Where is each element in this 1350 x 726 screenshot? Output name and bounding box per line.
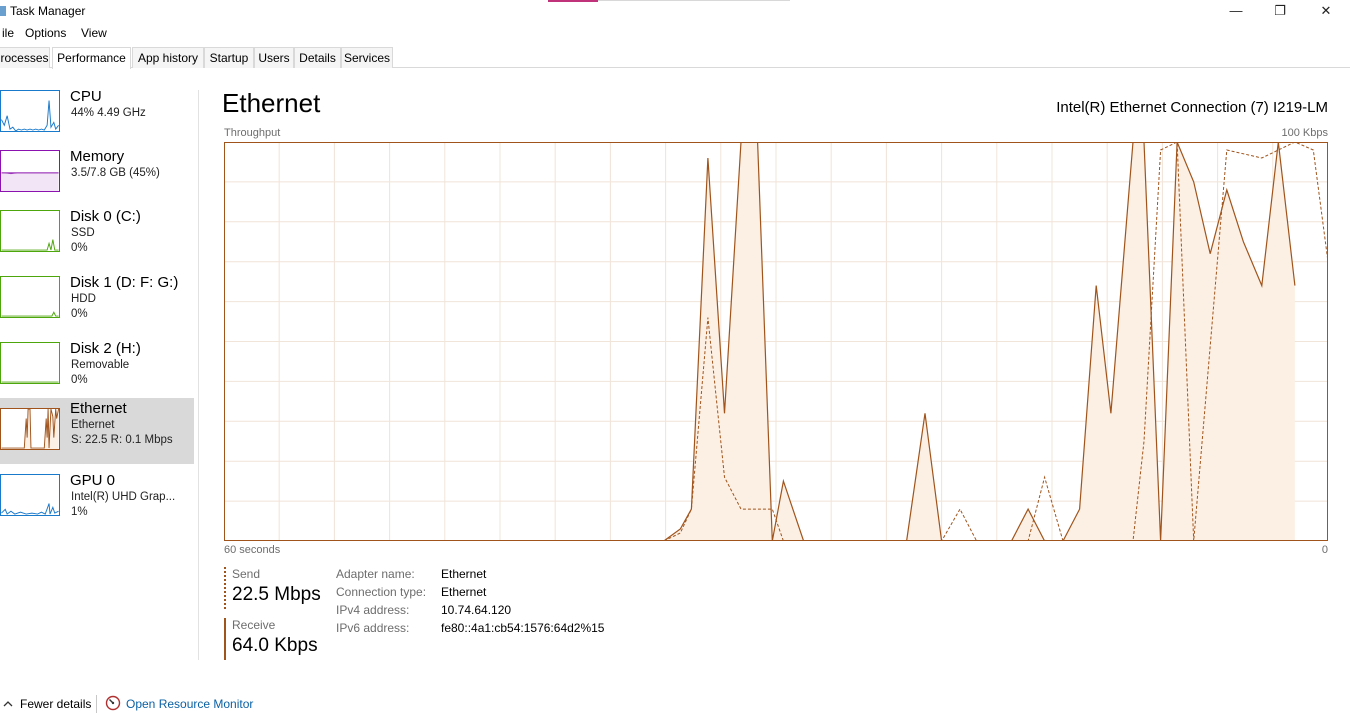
disk-0-mini-graph — [0, 210, 60, 252]
sidebar-item-name: Disk 0 (C:) — [70, 208, 141, 225]
footer-bar: Fewer details Open Resource Monitor — [0, 690, 1350, 720]
send-label: Send — [232, 567, 261, 581]
min-scale-label: 0 — [1321, 544, 1328, 556]
time-span-label: 60 seconds — [224, 544, 281, 556]
throughput-label: Throughput — [224, 127, 281, 139]
menu-options[interactable]: Options — [25, 26, 66, 40]
tab-startup[interactable]: Startup — [204, 47, 254, 68]
open-resource-monitor-link[interactable]: Open Resource Monitor — [126, 697, 253, 711]
sidebar-item-detail: 0% — [71, 242, 88, 254]
tab-processes[interactable]: rocesses — [0, 47, 50, 68]
sidebar-item-name: Disk 1 (D: F: G:) — [70, 274, 179, 291]
throughput-graph — [224, 142, 1328, 541]
disk-2-mini-graph — [0, 342, 60, 384]
sidebar-item-memory[interactable]: Memory 3.5/7.8 GB (45%) — [0, 146, 194, 212]
memory-mini-graph — [0, 150, 60, 192]
fewer-details-button[interactable]: Fewer details — [20, 697, 91, 711]
ipv6-key: IPv6 address: — [336, 621, 410, 635]
sidebar-item-detail: S: 22.5 R: 0.1 Mbps — [71, 434, 173, 446]
tab-performance[interactable]: Performance — [52, 47, 131, 69]
receive-label: Receive — [232, 618, 276, 632]
menu-view[interactable]: View — [81, 26, 107, 40]
send-stat: Send 22.5 Mbps — [224, 567, 334, 609]
max-scale-label: 100 Kbps — [1281, 127, 1328, 139]
sidebar-item-name: CPU — [70, 88, 102, 105]
sidebar-item-detail: HDD — [71, 293, 96, 305]
page-title: Ethernet — [222, 88, 321, 118]
adapter-name-key: Adapter name: — [336, 567, 415, 581]
adapter-name-value: Ethernet — [441, 567, 487, 581]
window-title: Task Manager — [10, 4, 86, 18]
sidebar-item-name: Memory — [70, 148, 125, 165]
tab-services[interactable]: Services — [341, 47, 393, 68]
sidebar-item-detail: 0% — [71, 374, 88, 386]
restore-button[interactable]: ❐ — [1257, 0, 1303, 22]
adapter-description: Intel(R) Ethernet Connection (7) I219-LM — [1056, 99, 1328, 116]
tab-app-history[interactable]: App history — [132, 47, 204, 68]
sidebar-item-name: GPU 0 — [70, 472, 116, 489]
accent-strip — [548, 0, 598, 2]
sidebar-item-detail: 1% — [71, 506, 88, 518]
sidebar-item-detail: Ethernet — [71, 419, 115, 431]
sidebar-item-disk-1[interactable]: Disk 1 (D: F: G:) HDD 0% — [0, 272, 194, 338]
sidebar-item-detail: 3.5/7.8 GB (45%) — [71, 167, 160, 179]
sidebar-item-detail: Removable — [71, 359, 130, 371]
cpu-mini-graph — [0, 90, 60, 132]
sidebar-item-cpu[interactable]: CPU 44% 4.49 GHz — [0, 86, 194, 152]
sidebar-item-gpu-0[interactable]: GPU 0 Intel(R) UHD Grap... 1% — [0, 470, 194, 536]
ethernet-mini-graph — [0, 408, 60, 450]
sidebar-item-detail: Intel(R) UHD Grap... — [71, 491, 176, 503]
sidebar-divider — [198, 90, 199, 660]
connection-type-value: Ethernet — [441, 585, 487, 599]
task-manager-icon — [0, 6, 6, 16]
sidebar-item-detail: SSD — [71, 227, 95, 239]
menu-file[interactable]: ile — [2, 26, 14, 40]
connection-type-key: Connection type: — [336, 585, 427, 599]
sidebar-item-name: Ethernet — [70, 400, 127, 417]
minimize-button[interactable]: — — [1213, 0, 1259, 22]
close-button[interactable]: ✕ — [1303, 0, 1349, 22]
receive-stat: Receive 64.0 Kbps — [224, 618, 334, 660]
tab-details[interactable]: Details — [294, 47, 341, 68]
sidebar-item-name: Disk 2 (H:) — [70, 340, 141, 357]
sidebar-item-disk-2[interactable]: Disk 2 (H:) Removable 0% — [0, 338, 194, 404]
send-value: 22.5 Mbps — [232, 584, 321, 605]
resource-monitor-icon[interactable] — [105, 695, 121, 711]
ipv6-value: fe80::4a1:cb54:1576:64d2%15 — [441, 621, 605, 635]
chevron-up-icon[interactable] — [3, 699, 13, 709]
gpu-0-mini-graph — [0, 474, 60, 516]
sidebar-item-ethernet[interactable]: Ethernet Ethernet S: 22.5 R: 0.1 Mbps — [0, 398, 194, 464]
sidebar-item-disk-0[interactable]: Disk 0 (C:) SSD 0% — [0, 206, 194, 272]
title-bar: Task Manager — ❐ ✕ — [0, 0, 1350, 22]
sidebar-item-detail: 44% 4.49 GHz — [71, 107, 146, 119]
footer-divider — [96, 695, 97, 713]
tab-users[interactable]: Users — [254, 47, 294, 68]
sidebar-item-detail: 0% — [71, 308, 88, 320]
accent-strip-gray — [598, 0, 790, 1]
ipv4-value: 10.74.64.120 — [441, 603, 512, 617]
tab-strip: rocesses Performance App history Startup… — [0, 47, 1350, 69]
receive-value: 64.0 Kbps — [232, 635, 318, 656]
ipv4-key: IPv4 address: — [336, 603, 410, 617]
disk-1-mini-graph — [0, 276, 60, 318]
